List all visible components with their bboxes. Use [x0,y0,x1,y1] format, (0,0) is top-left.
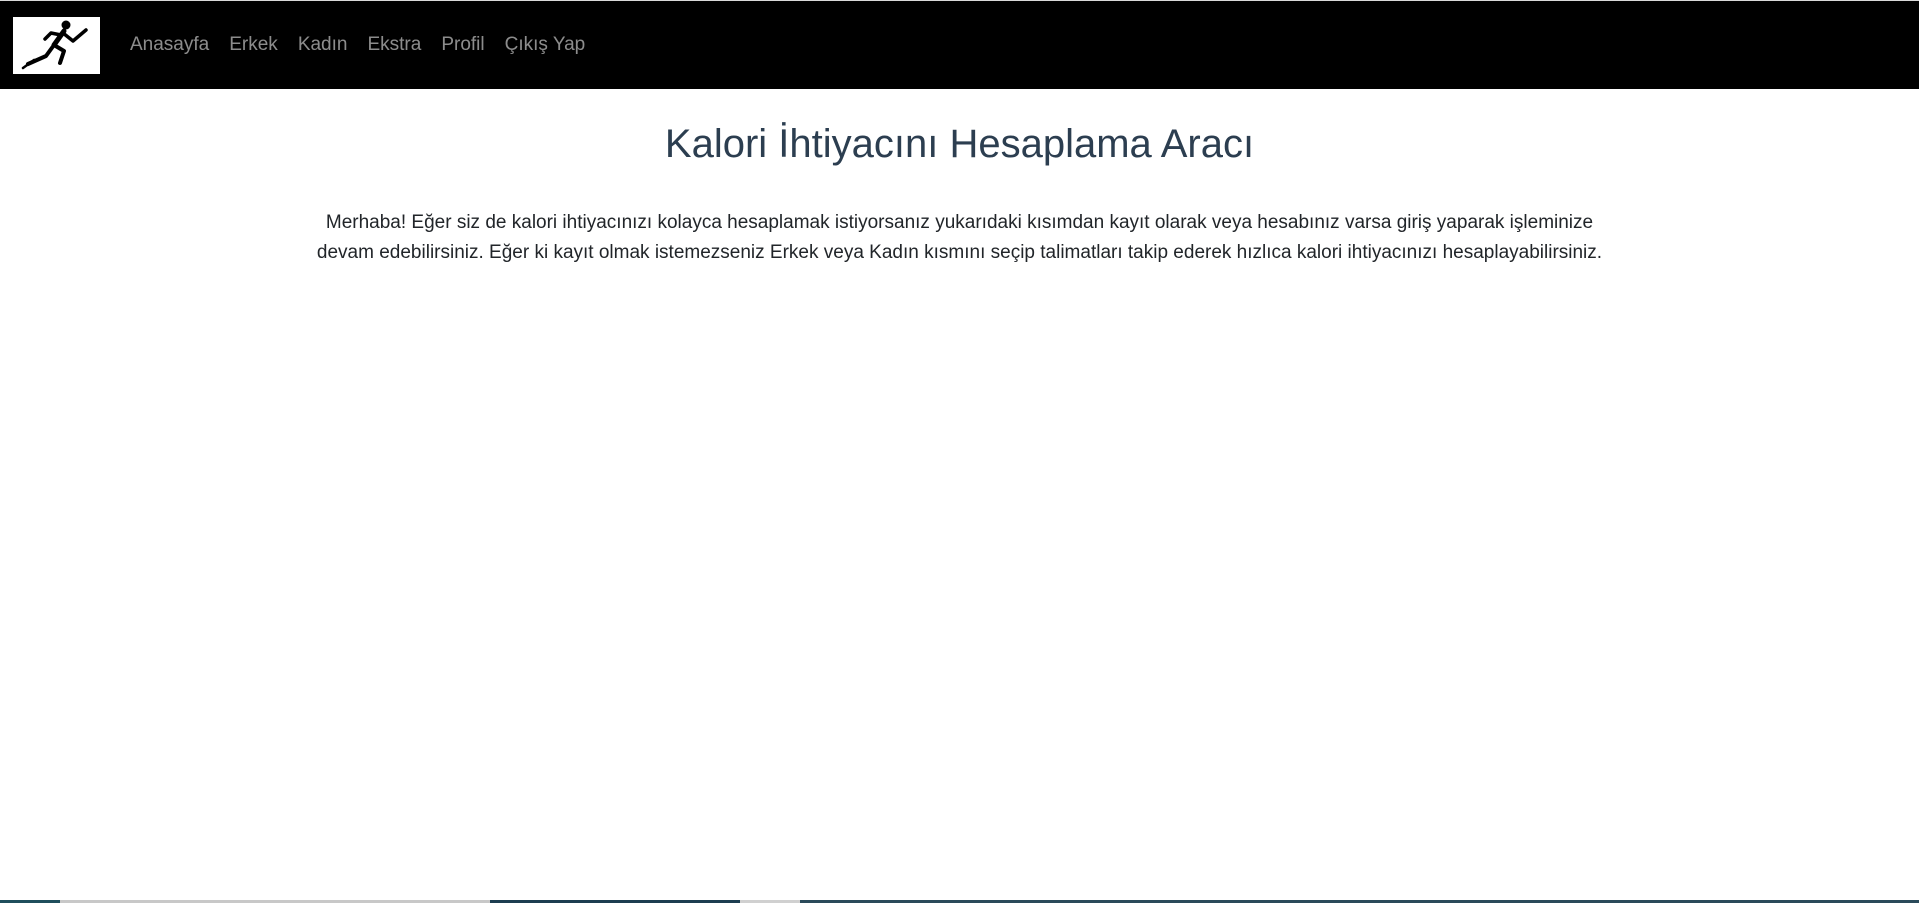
page-title: Kalori İhtiyacını Hesaplama Aracı [664,122,1255,166]
nav-link-ekstra[interactable]: Ekstra [357,34,431,56]
brand-logo[interactable] [13,16,100,74]
navbar: Anasayfa Erkek Kadın Ekstra Profil Çıkış… [0,1,1919,89]
running-person-icon [21,20,88,70]
page: Anasayfa Erkek Kadın Ekstra Profil Çıkış… [0,0,1919,903]
intro-paragraph: Merhaba! Eğer siz de kalori ihtiyacınızı… [316,212,1603,263]
nav-link-kadin[interactable]: Kadın [288,34,358,56]
nav-link-erkek[interactable]: Erkek [219,34,288,56]
nav-menu: Anasayfa Erkek Kadın Ekstra Profil Çıkış… [120,34,595,56]
nav-link-anasayfa[interactable]: Anasayfa [120,34,219,56]
nav-link-profil[interactable]: Profil [431,34,494,56]
nav-link-cikis-yap[interactable]: Çıkış Yap [495,34,596,56]
